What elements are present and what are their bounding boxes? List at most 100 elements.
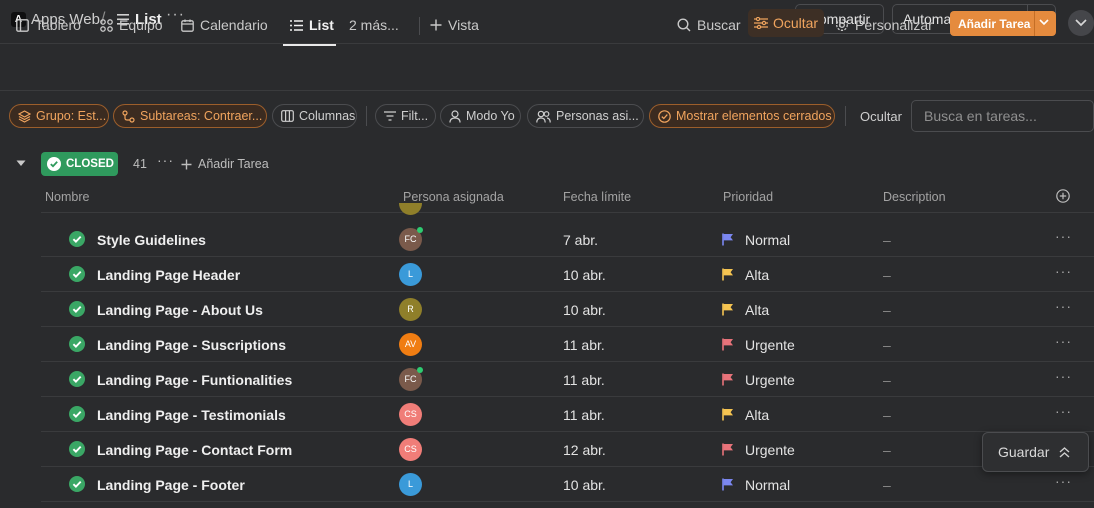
avatar[interactable]: CS (399, 438, 422, 461)
priority-label[interactable]: Normal (745, 477, 790, 493)
table-row[interactable]: Landing Page - Contact Form CS 12 abr. Urge… (41, 432, 1094, 467)
due-date[interactable]: 10 abr. (563, 267, 606, 283)
row-more-button[interactable]: ··· (1055, 333, 1072, 349)
add-column-icon[interactable] (1056, 189, 1070, 203)
due-date[interactable]: 10 abr. (563, 477, 606, 493)
column-header-due-date[interactable]: Fecha límite (563, 190, 631, 204)
add-task-button[interactable]: Añadir Tarea (950, 11, 1056, 36)
due-date[interactable]: 10 abr. (563, 302, 606, 318)
check-circle-icon[interactable] (69, 371, 85, 387)
tab-calendario[interactable]: Calendario (181, 15, 268, 35)
due-date[interactable]: 11 abr. (563, 372, 605, 388)
description-cell[interactable]: – (883, 407, 891, 423)
priority-label[interactable]: Alta (745, 302, 769, 318)
description-cell[interactable]: – (883, 232, 891, 248)
avatar[interactable]: CS (399, 403, 422, 426)
save-button[interactable]: Guardar (982, 432, 1089, 472)
online-indicator (417, 367, 423, 373)
description-cell[interactable]: – (883, 267, 891, 283)
table-row[interactable]: Landing Page - About Us R 10 abr. Alta – ··· (41, 292, 1094, 327)
task-name[interactable]: Landing Page - About Us (97, 302, 263, 318)
check-circle-icon[interactable] (69, 476, 85, 492)
due-date[interactable]: 7 abr. (563, 232, 598, 248)
description-cell[interactable]: – (883, 442, 891, 458)
due-date[interactable]: 11 abr. (563, 407, 605, 423)
flag-icon (722, 303, 734, 316)
hide-closed-button[interactable]: Ocultar (860, 109, 902, 124)
add-view-button[interactable]: Vista (430, 15, 479, 35)
tab-more-views[interactable]: 2 más... (349, 15, 399, 35)
priority-label[interactable]: Urgente (745, 337, 795, 353)
flag-icon (722, 268, 734, 281)
flag-icon (722, 233, 734, 246)
table-row[interactable]: Landing Page - Footer L 10 abr. Normal – ··· (41, 467, 1094, 502)
tab-list[interactable]: List (290, 15, 334, 35)
chip-label: Personas asi... (556, 109, 639, 123)
row-more-button[interactable]: ··· (1055, 263, 1072, 279)
check-circle-icon[interactable] (69, 336, 85, 352)
priority-label[interactable]: Urgente (745, 442, 795, 458)
columns-chip[interactable]: Columnas (272, 104, 357, 128)
avatar[interactable]: R (399, 298, 422, 321)
description-cell[interactable]: – (883, 337, 891, 353)
row-more-button[interactable]: ··· (1055, 298, 1072, 314)
check-circle-icon[interactable] (69, 231, 85, 247)
group-by-chip[interactable]: Grupo: Est... (9, 104, 109, 128)
check-circle-icon[interactable] (69, 266, 85, 282)
table-row[interactable]: Style Guidelines FC 7 abr. Normal – ··· (41, 222, 1094, 257)
tab-tablero[interactable]: Tablero (16, 15, 81, 35)
description-cell[interactable]: – (883, 372, 891, 388)
priority-label[interactable]: Normal (745, 232, 790, 248)
table-row[interactable]: Landing Page - Suscriptions AV 11 abr. Urge… (41, 327, 1094, 362)
check-circle-icon[interactable] (69, 301, 85, 317)
avatar[interactable]: AV (399, 333, 422, 356)
subtasks-chip[interactable]: Subtareas: Contraer... (113, 104, 267, 128)
task-name[interactable]: Landing Page - Testimonials (97, 407, 286, 423)
priority-label[interactable]: Urgente (745, 372, 795, 388)
table-row[interactable]: Landing Page - Funtionalities FC 11 abr. Ur… (41, 362, 1094, 397)
avatar[interactable]: L (399, 263, 422, 286)
row-more-button[interactable]: ··· (1055, 473, 1072, 489)
column-header-priority[interactable]: Prioridad (723, 190, 773, 204)
due-date[interactable]: 11 abr. (563, 337, 605, 353)
chip-label: Filt... (401, 109, 429, 123)
avatar[interactable]: L (399, 473, 422, 496)
row-more-button[interactable]: ··· (1055, 403, 1072, 419)
hide-button[interactable]: Ocultar (748, 9, 824, 37)
row-more-button[interactable]: ··· (1055, 368, 1072, 384)
assignees-chip[interactable]: Personas asi... (527, 104, 644, 128)
customize-button[interactable]: Personalizar (835, 14, 933, 36)
priority-label[interactable]: Alta (745, 267, 769, 283)
task-name[interactable]: Landing Page - Contact Form (97, 442, 292, 458)
task-search-input[interactable] (911, 100, 1094, 132)
check-circle-icon[interactable] (69, 406, 85, 422)
group-more-button[interactable]: ··· (157, 152, 174, 168)
table-row[interactable]: Landing Page Header L 10 abr. Alta – ··· (41, 257, 1094, 292)
column-header-assignee[interactable]: Persona asignada (403, 190, 504, 204)
status-badge[interactable]: CLOSED (41, 152, 118, 176)
task-name[interactable]: Landing Page Header (97, 267, 240, 283)
priority-label[interactable]: Alta (745, 407, 769, 423)
task-name[interactable]: Style Guidelines (97, 232, 206, 248)
expand-button[interactable] (1068, 10, 1094, 36)
subtasks-icon (122, 109, 135, 123)
description-cell[interactable]: – (883, 302, 891, 318)
due-date[interactable]: 12 abr. (563, 442, 606, 458)
search-button[interactable]: Buscar (677, 14, 741, 36)
show-closed-chip[interactable]: Mostrar elementos cerrados (649, 104, 835, 128)
task-name[interactable]: Landing Page - Footer (97, 477, 245, 493)
column-header-name[interactable]: Nombre (45, 190, 89, 204)
tab-equipo[interactable]: Equipo (100, 15, 163, 35)
filter-chip[interactable]: Filt... (375, 104, 436, 128)
check-circle-icon[interactable] (69, 441, 85, 457)
chevron-down-icon[interactable] (1039, 19, 1049, 26)
row-more-button[interactable]: ··· (1055, 228, 1072, 244)
task-name[interactable]: Landing Page - Funtionalities (97, 372, 292, 388)
collapse-caret-icon[interactable] (16, 160, 26, 167)
description-cell[interactable]: – (883, 477, 891, 493)
group-add-task-button[interactable]: Añadir Tarea (181, 157, 269, 171)
table-row[interactable]: Landing Page - Testimonials CS 11 abr. Alta… (41, 397, 1094, 432)
task-name[interactable]: Landing Page - Suscriptions (97, 337, 286, 353)
me-mode-chip[interactable]: Modo Yo (440, 104, 521, 128)
column-header-description[interactable]: Description (883, 190, 946, 204)
